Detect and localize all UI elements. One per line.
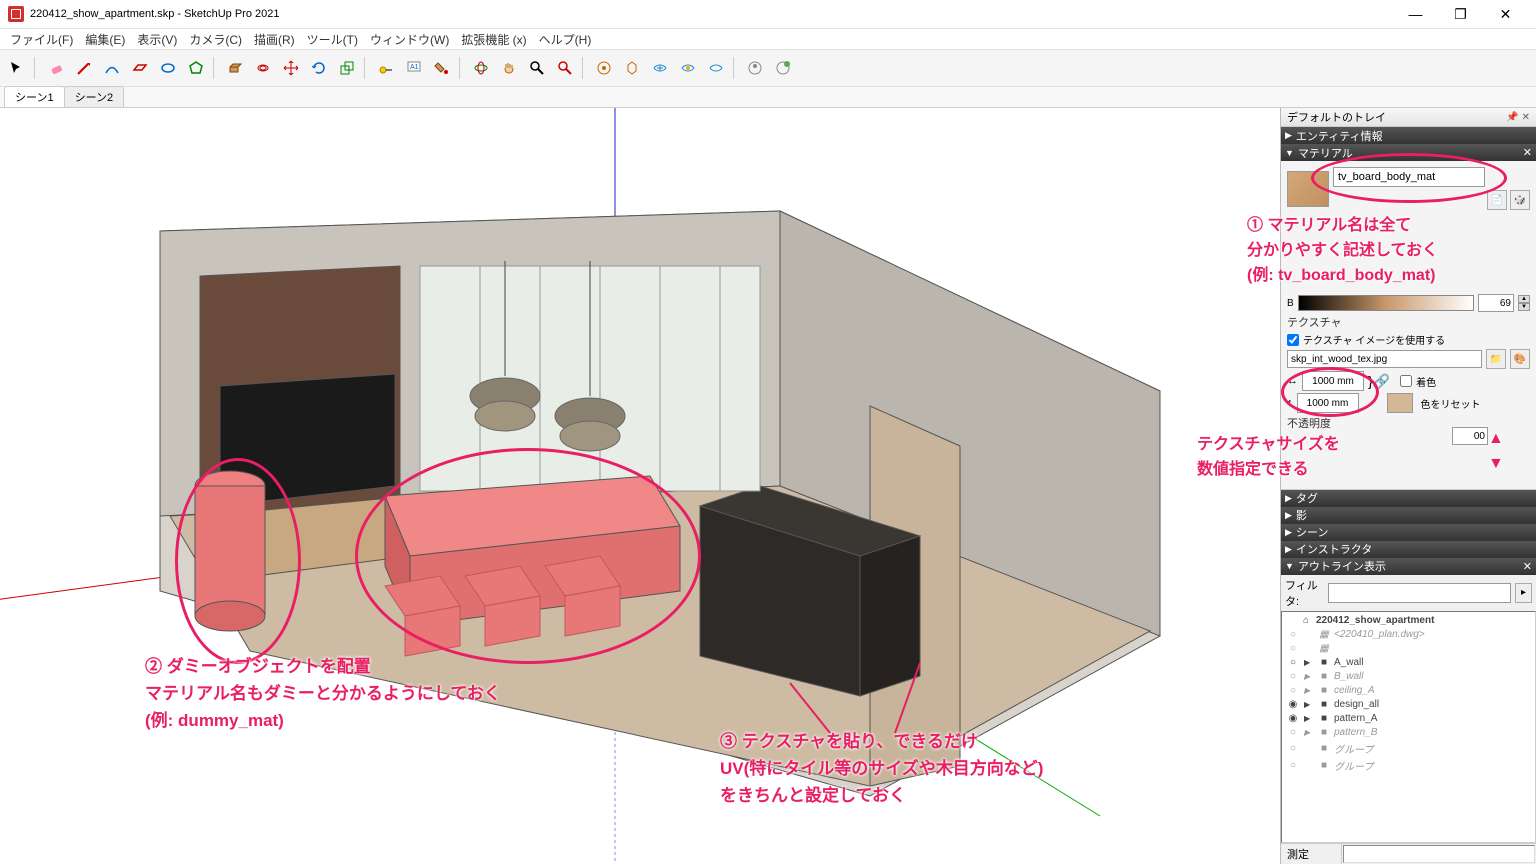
line-tool[interactable] [71,55,97,81]
colorize-checkbox[interactable]: 着色 [1400,374,1436,389]
circle-tool[interactable] [155,55,181,81]
ext-tool-3[interactable] [647,55,673,81]
texture-width-input[interactable] [1302,371,1364,391]
default-tray: デフォルトのトレイ 📌 ✕ ▶エンティティ情報 ▼マテリアル✕ 📄 🎲 [1280,108,1536,864]
texture-file-input[interactable] [1287,350,1482,368]
panel-material[interactable]: ▼マテリアル✕ [1281,144,1536,161]
texture-height-input[interactable] [1297,393,1359,413]
menubar: ファイル(F) 編集(E) 表示(V) カメラ(C) 描画(R) ツール(T) … [0,29,1536,49]
menu-draw[interactable]: 描画(R) [248,29,301,50]
outliner-item[interactable]: ○▦<220410_plan.dwg> [1284,628,1533,642]
move-tool[interactable] [278,55,304,81]
orbit-tool[interactable] [468,55,494,81]
outliner-item[interactable]: ○■グループ [1284,757,1533,774]
material-swatch[interactable] [1287,171,1329,207]
window-title: 220412_show_apartment.skp - SketchUp Pro… [30,8,280,20]
minimize-button[interactable]: — [1393,0,1438,28]
reset-color-label[interactable]: 色をリセット [1421,396,1481,411]
outliner-filter-input[interactable] [1328,583,1511,603]
maximize-button[interactable]: ❐ [1438,0,1483,28]
svg-text:A1: A1 [410,64,419,71]
offset-tool[interactable] [250,55,276,81]
link-icon[interactable]: }🔗 [1368,373,1390,390]
pushpull-tool[interactable] [222,55,248,81]
menu-help[interactable]: ヘルプ(H) [533,29,598,50]
ext-tool-6[interactable] [742,55,768,81]
toolbar: A1 [0,49,1536,87]
menu-camera[interactable]: カメラ(C) [183,29,248,50]
ext-tool-7[interactable] [770,55,796,81]
ext-tool-1[interactable] [591,55,617,81]
paint-tool[interactable] [429,55,455,81]
ext-tool-5[interactable] [703,55,729,81]
menu-window[interactable]: ウィンドウ(W) [364,29,455,50]
material-sample-icon[interactable]: 🎲 [1510,190,1530,210]
menu-view[interactable]: 表示(V) [131,29,183,50]
tray-title[interactable]: デフォルトのトレイ 📌 ✕ [1281,108,1536,127]
filter-label: フィルタ: [1285,577,1324,609]
outliner-item[interactable]: ○▦ [1284,642,1533,656]
scene-tabs: シーン1 シーン2 [0,87,1536,108]
opacity-label: 不透明度 [1287,415,1530,431]
panel-entity-info[interactable]: ▶エンティティ情報 [1281,127,1536,144]
outliner-item[interactable]: ○▶■ceiling_A [1284,684,1533,698]
panel-scenes[interactable]: ▶シーン [1281,524,1536,541]
outliner-item[interactable]: ◉▶■design_all [1284,698,1533,712]
b-label: B [1287,298,1294,309]
outliner-item[interactable]: ○▶■B_wall [1284,670,1533,684]
reset-color-swatch[interactable] [1387,393,1413,413]
menu-file[interactable]: ファイル(F) [4,29,79,50]
use-texture-checkbox[interactable]: テクスチャ イメージを使用する [1287,332,1530,347]
titlebar: 220412_show_apartment.skp - SketchUp Pro… [0,0,1536,29]
arc-tool[interactable] [99,55,125,81]
ext-tool-2[interactable] [619,55,645,81]
material-create-icon[interactable]: 📄 [1487,190,1507,210]
rectangle-tool[interactable] [127,55,153,81]
menu-tools[interactable]: ツール(T) [301,29,364,50]
width-icon: ↔ [1287,375,1298,387]
material-name-input[interactable] [1333,167,1485,187]
eraser-tool[interactable] [43,55,69,81]
outliner-item[interactable]: ○▶■A_wall [1284,656,1533,670]
zoom-extents-tool[interactable] [552,55,578,81]
scene-tab-2[interactable]: シーン2 [64,86,125,107]
pin-icon[interactable]: 📌 ✕ [1506,112,1530,123]
browse-texture-icon[interactable]: 📁 [1486,349,1506,369]
outliner-root[interactable]: ⌂ 220412_show_apartment [1284,614,1533,628]
zoom-tool[interactable] [524,55,550,81]
height-icon: ↕ [1287,397,1293,409]
ext-tool-4[interactable] [675,55,701,81]
measurement-input[interactable] [1343,845,1535,863]
panel-shadows[interactable]: ▶影 [1281,507,1536,524]
edit-texture-icon[interactable]: 🎨 [1510,349,1530,369]
b-spinner[interactable]: ▲▼ [1518,295,1530,311]
select-tool[interactable] [4,55,30,81]
panel-instructor[interactable]: ▶インストラクタ [1281,541,1536,558]
outliner-options-icon[interactable]: ▸ [1515,583,1532,603]
b-slider[interactable] [1298,295,1474,311]
app-icon [8,6,24,22]
polygon-tool[interactable] [183,55,209,81]
outliner-tree[interactable]: ⌂ 220412_show_apartment ○▦<220410_plan.d… [1281,611,1536,843]
text-tool[interactable]: A1 [401,55,427,81]
rotate-tool[interactable] [306,55,332,81]
tape-tool[interactable] [373,55,399,81]
panel-tags[interactable]: ▶タグ [1281,490,1536,507]
menu-extensions[interactable]: 拡張機能 (x) [455,29,532,50]
scale-tool[interactable] [334,55,360,81]
menu-edit[interactable]: 編集(E) [79,29,131,50]
b-value-input[interactable] [1478,294,1514,312]
viewport[interactable]: ② ダミーオブジェクトを配置 マテリアル名もダミーと分かるようにしておく (例:… [0,108,1280,864]
outliner-item[interactable]: ○■グループ [1284,740,1533,757]
panel-outliner[interactable]: ▼アウトライン表示✕ [1281,558,1536,575]
pan-tool[interactable] [496,55,522,81]
measurement-label: 測定 [1281,844,1342,864]
outliner-item[interactable]: ◉▶■pattern_A [1284,712,1533,726]
close-button[interactable]: ✕ [1483,0,1528,28]
scene-tab-1[interactable]: シーン1 [4,86,65,107]
outliner-item[interactable]: ○▶■pattern_B [1284,726,1533,740]
texture-label: テクスチャ [1287,314,1530,330]
